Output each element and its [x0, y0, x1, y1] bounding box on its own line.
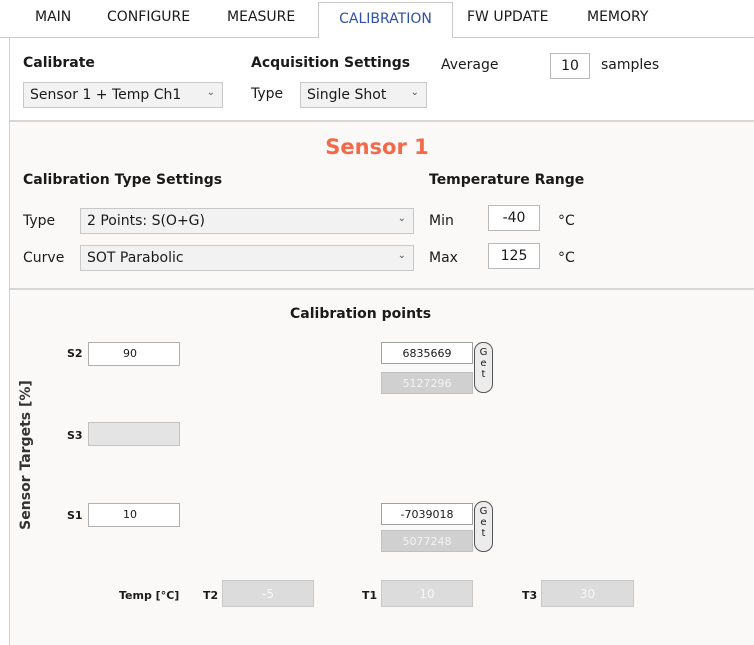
s3-target-input [88, 422, 180, 446]
calibration-type-heading: Calibration Type Settings [23, 172, 223, 188]
s2-target-input[interactable]: 90 [88, 342, 180, 366]
chevron-down-icon: ⌄ [397, 213, 406, 224]
min-unit-label: °C [558, 213, 575, 229]
get-label-char: t [481, 528, 486, 539]
t3-label: T3 [522, 589, 538, 602]
curve-value: SOT Parabolic [87, 250, 184, 266]
acquisition-type-select[interactable]: Single Shot ⌄ [300, 82, 427, 108]
tab-bar: MAIN CONFIGURE MEASURE CALIBRATION FW UP… [0, 0, 754, 38]
curve-label: Curve [23, 250, 65, 266]
samples-label: samples [601, 57, 660, 73]
s3-label: S3 [67, 429, 83, 442]
sensor-title: Sensor 1 [325, 135, 429, 159]
s1-get-button[interactable]: G e t [474, 501, 493, 552]
t2-label: T2 [203, 589, 219, 602]
chevron-down-icon: ⌄ [206, 87, 215, 98]
s1-label: S1 [67, 509, 83, 522]
calibration-points-heading: Calibration points [290, 306, 432, 322]
max-temp-input[interactable]: 125 [488, 243, 540, 269]
sensor-targets-axis-label: Sensor Targets [%] [18, 380, 34, 530]
s1-raw-current-value: -7039018 [381, 503, 473, 525]
tab-memory[interactable]: MEMORY [587, 9, 648, 25]
section-divider [10, 288, 754, 290]
chevron-down-icon: ⌄ [397, 250, 406, 261]
get-label-char: e [480, 517, 487, 528]
acquisition-type-value: Single Shot [307, 87, 387, 103]
cal-type-label: Type [23, 213, 56, 229]
get-label-char: t [481, 369, 486, 380]
calibrate-heading: Calibrate [23, 55, 95, 71]
s2-label: S2 [67, 347, 83, 360]
acquisition-heading: Acquisition Settings [251, 55, 411, 71]
cal-type-value: 2 Points: S(O+G) [87, 213, 205, 229]
average-label: Average [441, 57, 499, 73]
get-label-char: G [479, 347, 488, 358]
s1-raw-previous-value: 5077248 [381, 530, 473, 552]
t2-input: -5 [222, 580, 314, 607]
chevron-down-icon: ⌄ [410, 87, 419, 98]
curve-select[interactable]: SOT Parabolic ⌄ [80, 245, 414, 271]
max-unit-label: °C [558, 250, 575, 266]
temp-row-label: Temp [°C] [119, 589, 180, 602]
tab-measure[interactable]: MEASURE [227, 9, 295, 25]
s2-raw-previous-value: 5127296 [381, 372, 473, 394]
min-temp-input[interactable]: -40 [488, 205, 540, 231]
get-label-char: G [479, 506, 488, 517]
t1-input: 10 [381, 580, 473, 607]
s1-target-input[interactable]: 10 [88, 503, 180, 527]
calibrate-select-value: Sensor 1 + Temp Ch1 [30, 87, 182, 103]
s2-get-button[interactable]: G e t [474, 342, 493, 393]
tab-main[interactable]: MAIN [35, 9, 71, 25]
tab-fw-update[interactable]: FW UPDATE [467, 9, 548, 25]
cal-type-select[interactable]: 2 Points: S(O+G) ⌄ [80, 208, 414, 234]
section-divider [10, 120, 754, 122]
tab-calibration[interactable]: CALIBRATION [318, 2, 453, 38]
calibrate-select[interactable]: Sensor 1 + Temp Ch1 ⌄ [23, 82, 223, 108]
min-label: Min [429, 213, 454, 229]
acquisition-type-label: Type [251, 86, 284, 102]
s2-raw-current-value: 6835669 [381, 342, 473, 364]
tab-configure[interactable]: CONFIGURE [107, 9, 190, 25]
t3-input: 30 [541, 580, 634, 607]
max-label: Max [429, 250, 458, 266]
get-label-char: e [480, 358, 487, 369]
t1-label: T1 [362, 589, 378, 602]
average-input[interactable]: 10 [550, 53, 590, 79]
temperature-range-heading: Temperature Range [429, 172, 585, 188]
